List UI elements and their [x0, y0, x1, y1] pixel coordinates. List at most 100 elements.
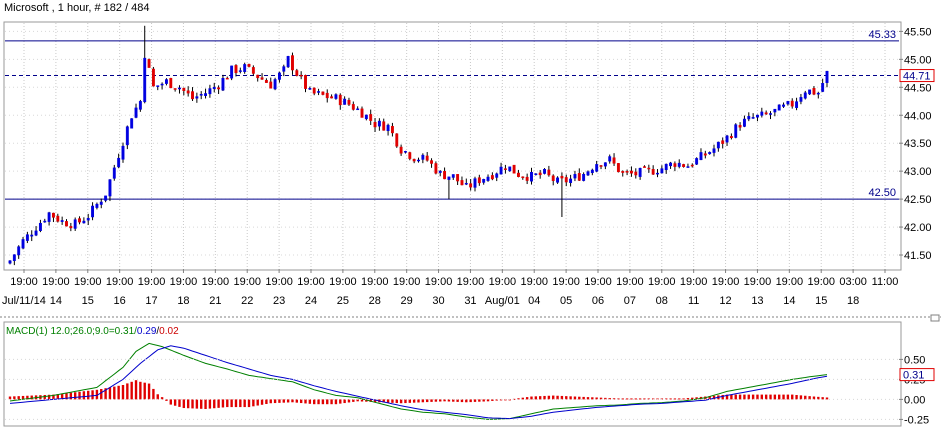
candle-body: [742, 118, 746, 127]
candle-body: [525, 176, 529, 181]
candle-body: [417, 159, 420, 162]
date-tick-label: 07: [624, 295, 636, 307]
candle-body: [369, 114, 373, 121]
macd-hist-bar: [100, 389, 103, 400]
candle-body: [199, 94, 203, 96]
candle-body: [647, 167, 651, 170]
last-price-label: 44.71: [903, 71, 931, 83]
macd-hist-bar: [391, 399, 394, 403]
macd-tick-label: 0.00: [904, 394, 925, 406]
candle-body: [569, 178, 573, 183]
candle-body: [760, 111, 764, 116]
candle-body: [56, 215, 60, 222]
candle-body: [73, 219, 77, 229]
candle-body: [721, 140, 725, 144]
time-tick-label: 19:00: [680, 276, 708, 288]
macd-hist-bar: [434, 399, 438, 402]
candle-body: [669, 162, 672, 167]
macd-hist-bar: [173, 399, 177, 406]
time-tick-label: 19:00: [42, 276, 70, 288]
candle-body: [217, 87, 221, 90]
panel-handle[interactable]: [930, 314, 940, 322]
time-tick-label: 19:00: [425, 276, 453, 288]
macd-hist-bar: [578, 396, 581, 400]
candle-body: [178, 87, 181, 90]
macd-hist-bar: [130, 381, 133, 400]
time-tick-label: 19:00: [648, 276, 676, 288]
date-tick-label: Jul/11/14: [2, 295, 46, 307]
candle-body: [404, 151, 407, 153]
price-tick-label: 42.00: [904, 222, 932, 234]
date-tick-label: 15: [815, 295, 827, 307]
candle-body: [108, 179, 112, 197]
date-tick-label: 22: [241, 295, 253, 307]
candle-body: [477, 177, 481, 184]
macd-hist-bar: [747, 394, 750, 400]
candle-body: [212, 87, 216, 89]
macd-hist-bar: [738, 394, 742, 400]
price-tick-label: 43.00: [904, 166, 932, 178]
date-tick-label: 28: [369, 295, 381, 307]
macd-hist-bar: [478, 399, 481, 402]
time-axis[interactable]: 19:00 Jul/11/14 19:00 14 19:00 15 19:00 16 19:00…: [2, 269, 898, 307]
time-tick-label: 19:00: [744, 276, 772, 288]
macd-hist-bar: [208, 399, 212, 409]
candle-body: [399, 146, 403, 154]
candle-body: [112, 167, 116, 179]
macd-hist-bar: [778, 394, 781, 400]
candle-body: [299, 74, 303, 77]
candle-body: [729, 136, 733, 138]
candle-body: [543, 168, 546, 174]
candle-body: [438, 170, 442, 173]
time-tick-label: 19:00: [233, 276, 261, 288]
macd-hist-bar: [482, 399, 485, 402]
candle-body: [625, 171, 629, 173]
macd-hist-bar: [343, 399, 346, 404]
date-tick-label: 13: [751, 295, 763, 307]
candle-body: [317, 91, 320, 93]
macd-hist-bar: [634, 398, 637, 400]
candle-body: [756, 114, 759, 118]
candle-body: [699, 152, 703, 161]
macd-hist-bar: [721, 394, 724, 400]
macd-hist-bar: [682, 398, 685, 400]
date-tick-label: 25: [337, 295, 349, 307]
candle-body: [230, 65, 234, 79]
macd-hist-bar: [751, 394, 755, 400]
macd-last-label: 0.31: [903, 370, 924, 382]
candle-body: [790, 100, 794, 107]
candle-body: [560, 175, 564, 179]
macd-tick-label: 0.50: [904, 354, 925, 366]
time-tick-label: 19:00: [74, 276, 102, 288]
time-tick-label: 19:00: [297, 276, 325, 288]
candle-body: [708, 152, 712, 155]
candle-body: [638, 167, 642, 177]
candle-body: [690, 164, 694, 167]
macd-hist-bar: [273, 399, 277, 404]
candle-body: [482, 178, 486, 183]
macd-hist-bar: [673, 398, 677, 400]
macd-hist-bar: [252, 399, 255, 407]
candle-body: [25, 234, 29, 241]
candle-body: [260, 77, 264, 80]
date-tick-label: 15: [82, 295, 94, 307]
date-tick-label: 30: [432, 295, 444, 307]
candle-body: [643, 166, 646, 168]
macd-hist-bar: [630, 398, 633, 400]
macd-hist-bar: [156, 394, 159, 400]
macd-panel: [3, 321, 902, 427]
date-tick-label: 17: [145, 295, 157, 307]
candle-body: [134, 107, 138, 118]
macd-hist-bar: [234, 399, 238, 408]
macd-hist-bar: [334, 399, 338, 405]
date-tick-label: 24: [305, 295, 317, 307]
macd-hist-bar: [226, 399, 229, 408]
macd-hist-bar: [395, 399, 398, 404]
macd-hist-bar: [282, 399, 285, 403]
macd-hist-bar: [530, 396, 533, 400]
candle-body: [603, 162, 607, 167]
date-tick-label: 18: [847, 295, 859, 307]
candle-body: [734, 124, 738, 138]
candle-body: [499, 166, 503, 175]
candle-body: [486, 176, 490, 181]
